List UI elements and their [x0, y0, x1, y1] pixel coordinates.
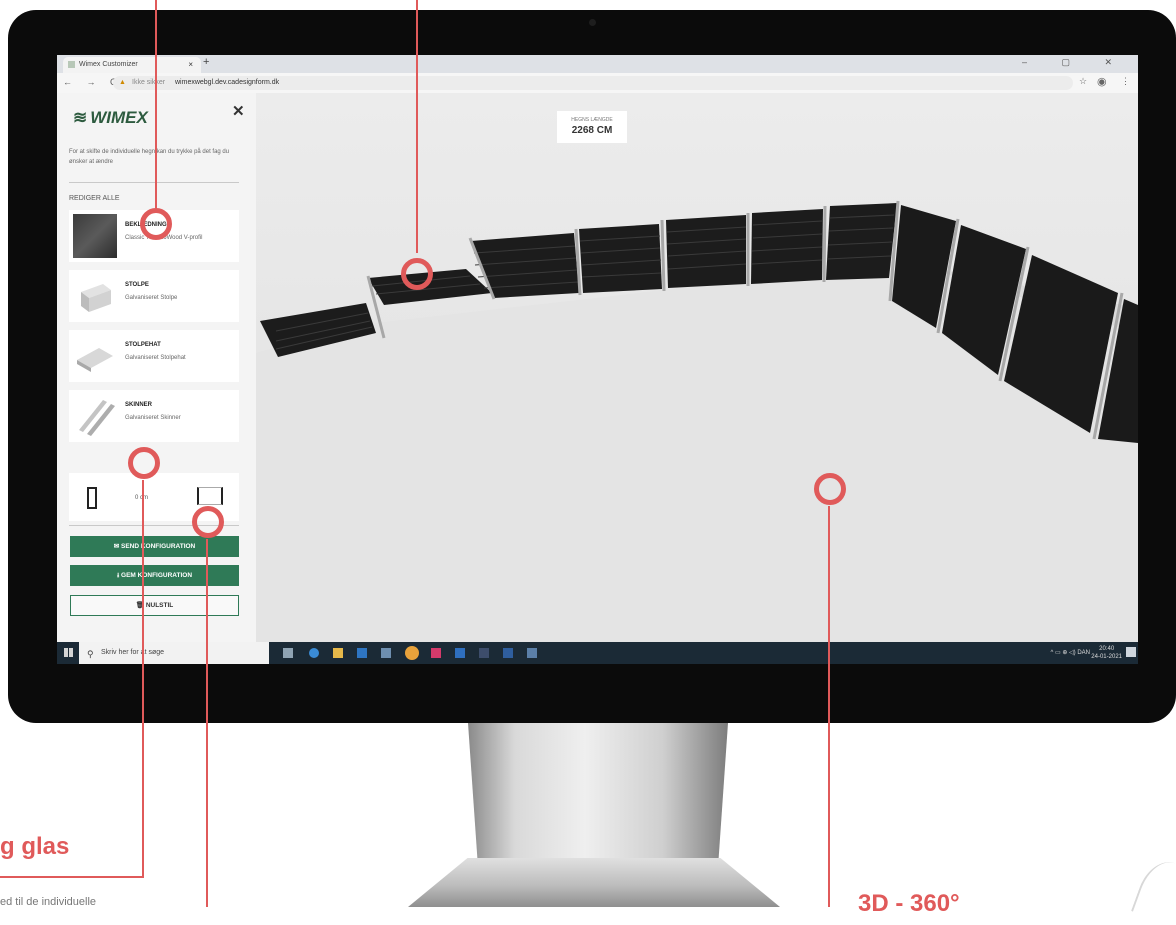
chrome-icon[interactable] [405, 646, 419, 660]
card-title: SKINNER [125, 402, 153, 408]
edge-icon[interactable] [309, 648, 319, 658]
panel-narrow-icon[interactable] [87, 487, 97, 509]
window-controls[interactable]: – ▢ ✕ [1022, 57, 1128, 68]
photoshop-icon[interactable] [503, 648, 513, 658]
callout-line [142, 480, 144, 878]
callout-label-glass: g glas [0, 833, 70, 860]
fence-length-display: HEGNS LÆNGDE 2268 CM [557, 111, 627, 143]
close-sidebar-icon[interactable]: ✕ [232, 102, 245, 120]
address-bar[interactable]: ▲ Ikke sikker wimexwebgl.dev.cadesignfor… [113, 76, 1073, 90]
wimex-logo-icon: ≋ [73, 108, 88, 127]
browser-tab[interactable]: Wimex Customizer × [63, 57, 201, 73]
outlook-icon[interactable] [357, 648, 367, 658]
search-placeholder: Skriv her for at søge [101, 649, 165, 656]
windows-taskbar: ⚲ Skriv her for at søge ^ ▭ ⊕ ◁) DAN 20:… [57, 642, 1138, 664]
card-subtitle: Galvaniseret Stolpe [125, 295, 178, 301]
save-configuration-button[interactable]: ⭳ GEM KONFIGURATION [70, 565, 239, 586]
send-configuration-button[interactable]: ✉ SEND KONFIGURATION [70, 536, 239, 557]
clock-date: 24-01-2021 [1091, 654, 1122, 660]
windows-start-icon[interactable] [64, 648, 73, 657]
indesign-icon[interactable] [431, 648, 441, 658]
wimex-logo: ≋ WIMEX [73, 108, 148, 128]
option-card-post-cap[interactable]: STOLPEHAT Galvaniseret Stolpehat [69, 330, 239, 382]
clock-time: 20:40 [1099, 646, 1115, 652]
cladding-thumbnail-icon [73, 214, 117, 258]
fence-length-label: HEGNS LÆNGDE [571, 117, 613, 123]
card-title: STOLPE [125, 282, 149, 288]
fence-scene[interactable] [256, 93, 1138, 642]
reset-button[interactable]: 🗑 NULSTIL [70, 595, 239, 616]
option-card-rails[interactable]: SKINNER Galvaniseret Skinner [69, 390, 239, 442]
search-icon: ⚲ [87, 649, 94, 659]
app-icon[interactable] [381, 648, 391, 658]
callout-line [416, 0, 418, 253]
new-tab-button[interactable]: + [203, 56, 209, 68]
fence-length-value: 2268 CM [571, 125, 613, 136]
callout-line [206, 539, 208, 907]
camera-icon [589, 19, 596, 26]
logo-text: WIMEX [90, 108, 148, 127]
tab-title: Wimex Customizer [79, 61, 138, 68]
post-thumbnail-icon [73, 274, 117, 318]
clock[interactable]: 20:40 24-01-2021 [1091, 645, 1122, 661]
screen: Wimex Customizer × + – ▢ ✕ ← → C ▲ Ikke … [57, 55, 1138, 664]
bookmark-star-icon[interactable]: ☆ [1079, 76, 1087, 87]
edit-all-link[interactable]: REDIGER ALLE [69, 195, 120, 202]
button-label: NULSTIL [145, 602, 174, 609]
post-cap-thumbnail-icon [73, 334, 117, 378]
button-label: GEM KONFIGURATION [121, 572, 193, 579]
callout-underline [0, 876, 144, 878]
task-view-icon[interactable] [283, 648, 293, 658]
url-text: wimexwebgl.dev.cadesignform.dk [175, 79, 280, 86]
security-label: Ikke sikker [132, 79, 166, 86]
card-subtitle: Galvaniseret Skinner [125, 415, 181, 421]
callout-ring [192, 506, 224, 538]
callout-ring [401, 258, 433, 290]
word-icon[interactable] [455, 648, 465, 658]
card-subtitle: Galvaniseret Stolpehat [125, 355, 186, 361]
notification-icon[interactable] [1126, 647, 1136, 657]
callout-label-3d: 3D - 360° [858, 890, 960, 917]
3d-viewport[interactable]: HEGNS LÆNGDE 2268 CM [256, 93, 1138, 642]
button-label: SEND KONFIGURATION [120, 543, 196, 550]
monitor-foot [408, 858, 780, 907]
favicon-icon [68, 61, 75, 68]
panel-wide-icon[interactable] [197, 487, 223, 505]
callout-ring [128, 447, 160, 479]
callout-line [155, 0, 157, 213]
taskbar-search[interactable]: ⚲ Skriv her for at søge [79, 642, 269, 664]
card-title: STOLPEHAT [125, 342, 161, 348]
callout-caption: ed til de individuelle [0, 896, 97, 908]
callout-ring [140, 208, 172, 240]
callout-ring [814, 473, 846, 505]
close-tab-icon[interactable]: × [188, 57, 193, 73]
callout-line [828, 506, 830, 907]
decorative-swoosh [1131, 854, 1176, 925]
address-toolbar: ← → C ▲ Ikke sikker wimexwebgl.dev.cades… [57, 73, 1138, 94]
bridge-icon[interactable] [479, 648, 489, 658]
file-explorer-icon[interactable] [333, 648, 343, 658]
card-subtitle: Classic ThermoWood V-profil [125, 235, 203, 241]
download-icon: ⭳ [116, 572, 120, 579]
rails-thumbnail-icon [73, 394, 117, 438]
browser-tab-bar: Wimex Customizer × + – ▢ ✕ [57, 55, 1138, 73]
option-card-post[interactable]: STOLPE Galvaniseret Stolpe [69, 270, 239, 322]
system-tray[interactable]: ^ ▭ ⊕ ◁) DAN [1051, 649, 1090, 656]
network-app-icon[interactable] [527, 648, 537, 658]
divider [69, 182, 239, 183]
warning-icon: ▲ [119, 79, 126, 86]
account-icon[interactable]: ◉ [1097, 75, 1107, 88]
monitor-stand [468, 723, 728, 873]
browser-menu-icon[interactable]: ⋮ [1121, 76, 1130, 87]
mail-icon: ✉ [113, 543, 120, 550]
